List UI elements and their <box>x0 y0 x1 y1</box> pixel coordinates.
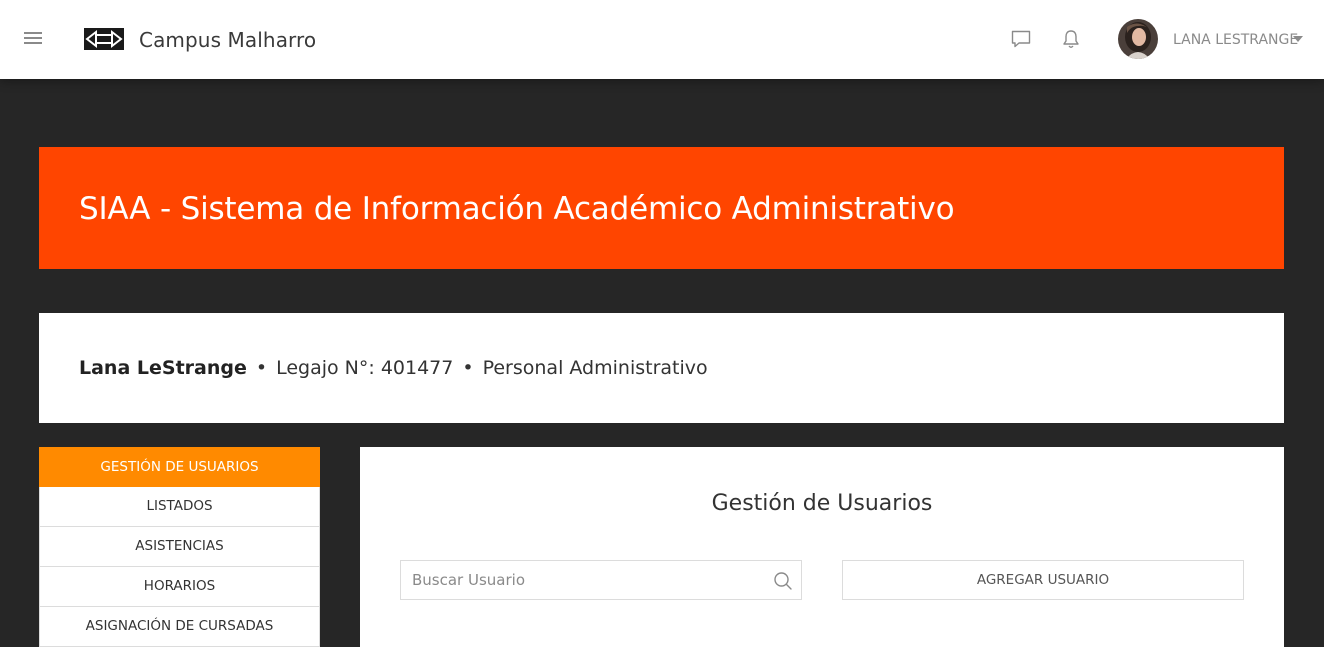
profile-line: Lana LeStrange • Legajo N°: 401477 • Persona… <box>79 357 708 379</box>
section-title: Gestión de Usuarios <box>711 491 933 516</box>
sidebar-item-asistencias[interactable]: ASISTENCIAS <box>39 527 320 567</box>
sidebar-menu: GESTIÓN DE USUARIOS LISTADOS ASISTENCIAS… <box>39 447 320 647</box>
campus-logo-icon[interactable] <box>84 28 124 50</box>
top-navbar: Campus Malharro LANA LESTRANGE <box>0 0 1324 79</box>
sidebar-item-horarios[interactable]: HORARIOS <box>39 567 320 607</box>
separator: • <box>255 357 268 379</box>
page-title: SIAA - Sistema de Información Académico … <box>79 191 955 227</box>
sidebar-item-gestion-usuarios[interactable]: GESTIÓN DE USUARIOS <box>39 447 320 487</box>
user-role: Personal Administrativo <box>482 357 708 379</box>
add-user-button[interactable]: AGREGAR USUARIO <box>842 560 1244 600</box>
chat-icon[interactable] <box>1010 28 1032 50</box>
avatar[interactable] <box>1118 19 1158 59</box>
bell-icon[interactable] <box>1060 28 1082 50</box>
hamburger-menu-icon[interactable] <box>24 31 42 45</box>
system-banner: SIAA - Sistema de Información Académico … <box>39 147 1284 269</box>
search-box <box>400 560 802 600</box>
brand-name[interactable]: Campus Malharro <box>139 28 316 52</box>
legajo-number: Legajo N°: 401477 <box>276 357 454 379</box>
profile-card: Lana LeStrange • Legajo N°: 401477 • Persona… <box>39 313 1284 423</box>
profile-name: Lana LeStrange <box>79 357 247 379</box>
separator: • <box>462 357 474 379</box>
sidebar-item-listados[interactable]: LISTADOS <box>39 487 320 527</box>
search-input[interactable] <box>401 561 761 599</box>
sidebar-item-asignacion-cursadas[interactable]: ASIGNACIÓN DE CURSADAS <box>39 607 320 647</box>
search-icon[interactable] <box>773 571 793 591</box>
caret-down-icon[interactable] <box>1293 36 1303 42</box>
user-name[interactable]: LANA LESTRANGE <box>1173 32 1298 48</box>
main-panel: Gestión de Usuarios AGREGAR USUARIO <box>360 447 1284 647</box>
